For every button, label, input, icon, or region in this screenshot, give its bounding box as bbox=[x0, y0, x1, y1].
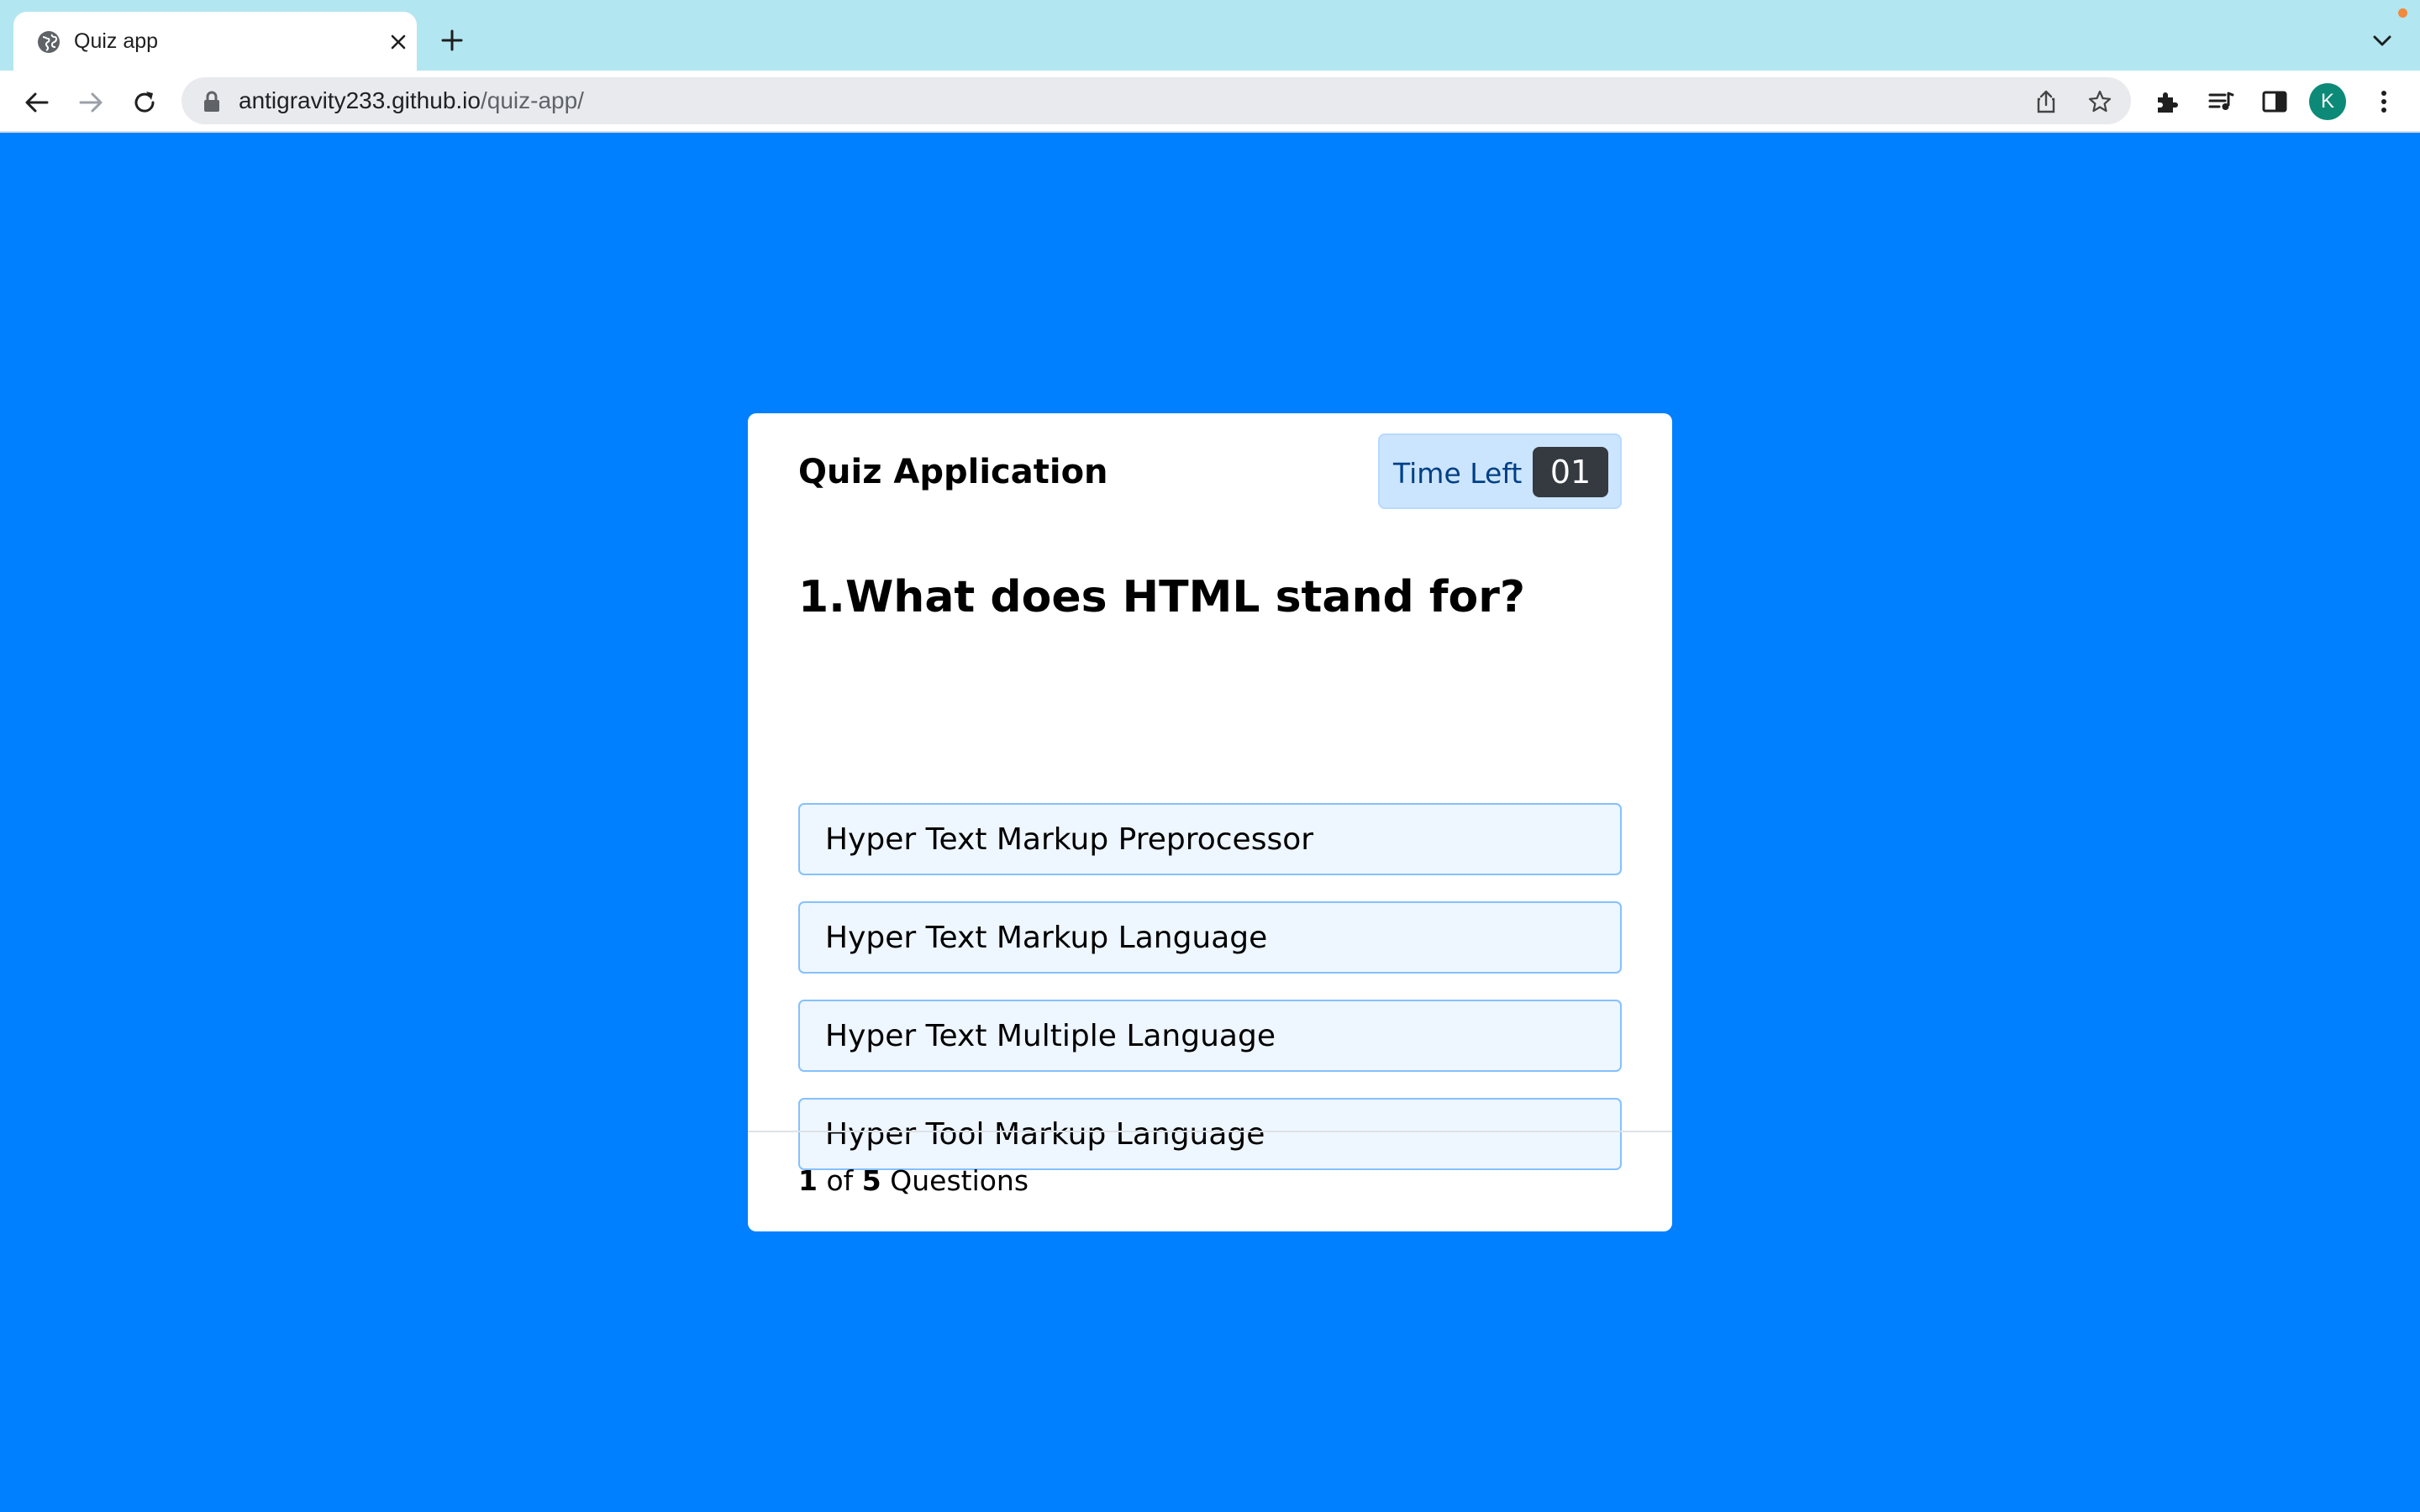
current-question-number: 1 bbox=[798, 1164, 818, 1197]
url-path: /quiz-app/ bbox=[480, 87, 584, 113]
page-background: Quiz Application Time Left 01 1.What doe… bbox=[0, 133, 2420, 1512]
more-menu-icon[interactable] bbox=[2370, 87, 2398, 116]
notification-dot bbox=[2398, 8, 2407, 18]
option-button[interactable]: Hyper Text Multiple Language bbox=[798, 1000, 1622, 1072]
quiz-footer: 1 of 5 Questions bbox=[748, 1131, 1672, 1231]
browser-toolbar: antigravity233.github.io/quiz-app/ K bbox=[0, 71, 2420, 133]
close-icon[interactable] bbox=[387, 30, 410, 54]
option-label: Hyper Text Markup Language bbox=[825, 921, 1268, 955]
quiz-header: Quiz Application Time Left 01 bbox=[748, 413, 1672, 531]
quiz-title: Quiz Application bbox=[798, 453, 1108, 491]
question-body: What does HTML stand for? bbox=[844, 572, 1526, 622]
chevron-down-icon[interactable] bbox=[2370, 30, 2395, 52]
timer-label: Time Left bbox=[1393, 457, 1523, 490]
reload-icon[interactable] bbox=[129, 87, 160, 118]
total-questions-number: 5 bbox=[861, 1164, 881, 1197]
url-host: antigravity233.github.io bbox=[239, 87, 481, 113]
tab-quiz-app[interactable]: Quiz app bbox=[13, 12, 417, 71]
option-button[interactable]: Hyper Text Markup Preprocessor bbox=[798, 803, 1622, 875]
plus-icon[interactable] bbox=[439, 27, 466, 54]
option-button[interactable]: Hyper Text Markup Language bbox=[798, 901, 1622, 974]
option-label: Hyper Text Multiple Language bbox=[825, 1019, 1276, 1053]
counter-of-text: of bbox=[826, 1164, 854, 1197]
share-icon[interactable] bbox=[2033, 89, 2059, 114]
option-label: Hyper Text Markup Preprocessor bbox=[825, 822, 1314, 857]
lock-icon[interactable] bbox=[202, 91, 222, 113]
address-bar[interactable]: antigravity233.github.io/quiz-app/ bbox=[182, 77, 2131, 124]
timer-value: 01 bbox=[1533, 447, 1608, 497]
question-text: 1.What does HTML stand for? bbox=[798, 568, 1525, 627]
extensions-puzzle-icon[interactable] bbox=[2153, 87, 2181, 116]
forward-arrow-icon[interactable] bbox=[76, 87, 106, 118]
tab-strip: Quiz app bbox=[0, 0, 2420, 71]
url-text: antigravity233.github.io/quiz-app/ bbox=[239, 87, 584, 115]
side-panel-icon[interactable] bbox=[2260, 87, 2289, 116]
profile-avatar[interactable]: K bbox=[2309, 83, 2346, 120]
counter-suffix: Questions bbox=[890, 1164, 1029, 1197]
media-playlist-icon[interactable] bbox=[2207, 87, 2235, 116]
globe-icon bbox=[38, 31, 60, 53]
timer: Time Left 01 bbox=[1378, 433, 1622, 509]
question-number: 1. bbox=[798, 572, 845, 622]
quiz-card: Quiz Application Time Left 01 1.What doe… bbox=[748, 413, 1672, 1231]
back-arrow-icon[interactable] bbox=[22, 87, 52, 118]
tab-title: Quiz app bbox=[74, 29, 159, 53]
star-icon[interactable] bbox=[2087, 89, 2112, 114]
question-counter: 1 of 5 Questions bbox=[798, 1163, 1028, 1200]
